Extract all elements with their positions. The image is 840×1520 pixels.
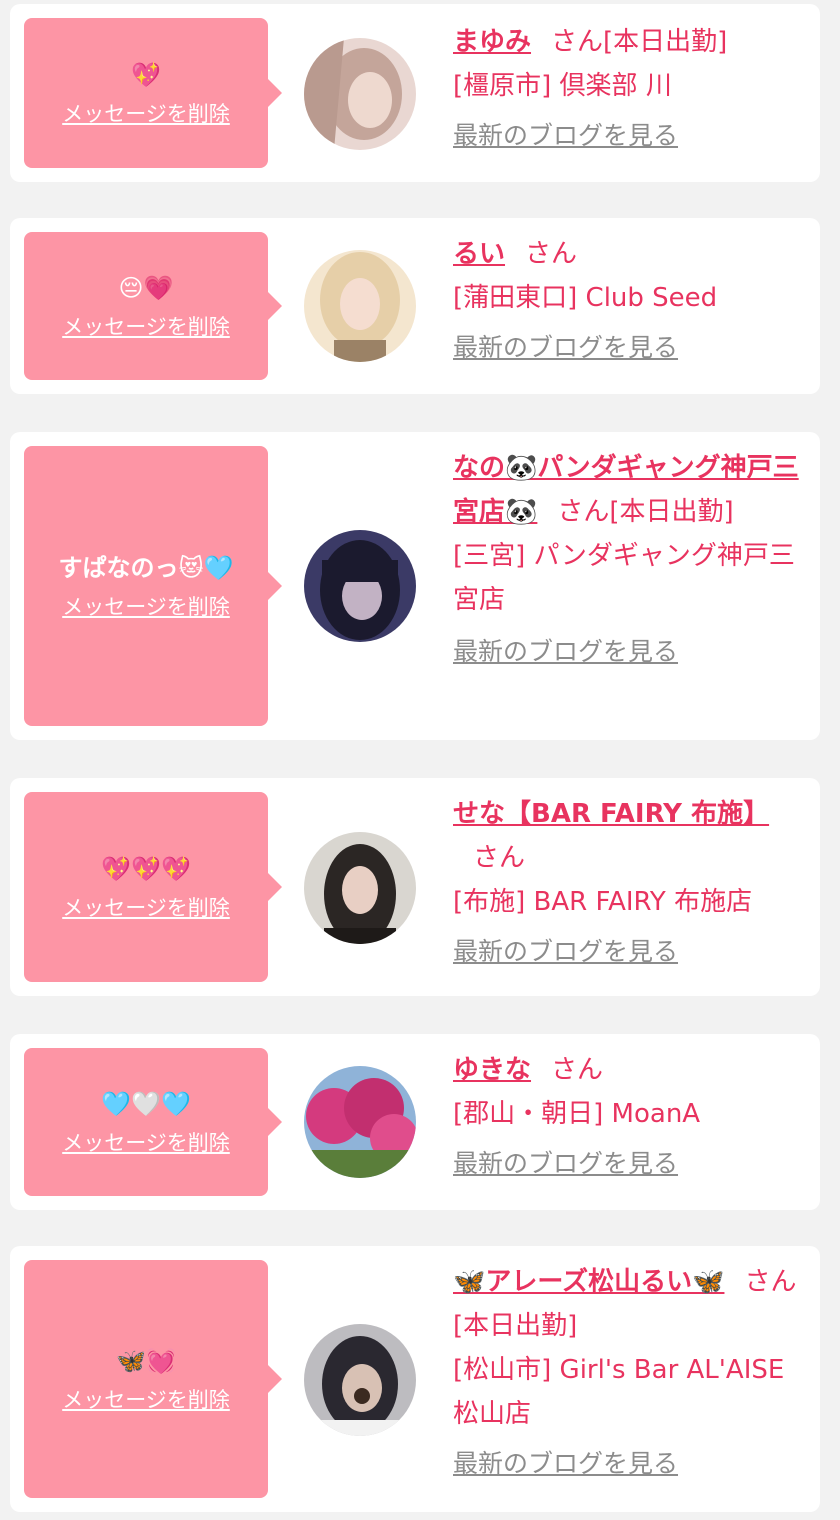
view-blog-link[interactable]: 最新のブログを見る (453, 934, 678, 970)
view-blog-link[interactable]: 最新のブログを見る (453, 118, 678, 154)
message-bubble: 🦋💓 メッセージを削除 (24, 1260, 282, 1498)
avatar[interactable] (304, 1324, 416, 1436)
message-text: すぱなのっ😻🩵 (58, 554, 234, 582)
delete-message-link[interactable]: メッセージを削除 (62, 1386, 230, 1414)
user-name-link[interactable]: ゆきな (453, 1055, 531, 1085)
list-item: 😔💗 メッセージを削除 るい さん [蒲田東口] Club Seed 最新のブログ… (10, 218, 820, 394)
message-bubble: 💖💖💖 メッセージを削除 (24, 792, 282, 982)
message-text: 🩵🤍🩵 (101, 1090, 191, 1118)
avatar[interactable] (304, 38, 416, 150)
list-item: すぱなのっ😻🩵 メッセージを削除 なの🐼パンダギャング神戸三宮店🐼 さん[本日出勤… (10, 432, 820, 740)
avatar[interactable] (304, 832, 416, 944)
avatar-image (304, 1066, 416, 1178)
list-item: 🦋💓 メッセージを削除 🦋アレーズ松山るい🦋 さん [本日出勤] [松山市] Gir… (10, 1246, 820, 1512)
user-name-link[interactable]: るい (453, 239, 505, 269)
status-label: [本日出勤] (603, 27, 728, 57)
honorific: さん (551, 1055, 604, 1085)
message-bubble: すぱなのっ😻🩵 メッセージを削除 (24, 446, 282, 726)
view-blog-link[interactable]: 最新のブログを見る (453, 330, 678, 366)
view-blog-link[interactable]: 最新のブログを見る (453, 634, 678, 670)
user-name-link[interactable]: 🦋アレーズ松山るい🦋 (453, 1267, 724, 1297)
message-bubble: 🩵🤍🩵 メッセージを削除 (24, 1048, 282, 1196)
honorific: さん (551, 27, 604, 57)
avatar[interactable] (304, 1066, 416, 1178)
message-bubble: 💖 メッセージを削除 (24, 18, 282, 168)
avatar-image (304, 530, 416, 642)
delete-message-link[interactable]: メッセージを削除 (62, 593, 230, 621)
message-bubble: 😔💗 メッセージを削除 (24, 232, 282, 380)
honorific: さん (473, 843, 526, 873)
message-text: 😔💗 (118, 274, 174, 302)
avatar[interactable] (304, 250, 416, 362)
honorific: さん (557, 497, 610, 527)
shop-label: [蒲田東口] Club Seed (453, 283, 718, 313)
avatar-image (304, 38, 416, 150)
avatar[interactable] (304, 530, 416, 642)
view-blog-link[interactable]: 最新のブログを見る (453, 1146, 678, 1182)
honorific: さん (525, 239, 578, 269)
shop-label: [郡山・朝日] MoanA (453, 1099, 701, 1129)
view-blog-link[interactable]: 最新のブログを見る (453, 1446, 678, 1482)
honorific: さん (744, 1267, 797, 1297)
shop-label: [三宮] パンダギャング神戸三宮店 (453, 541, 795, 615)
message-text: 💖 (131, 61, 161, 89)
user-name-link[interactable]: せな【BAR FAIRY 布施】 (453, 799, 769, 829)
message-list: 💖 メッセージを削除 まゆみ さん[本日出勤] [橿原市] 倶楽部 川 最新のブロ… (0, 0, 840, 1520)
delete-message-link[interactable]: メッセージを削除 (62, 894, 230, 922)
message-text: 💖💖💖 (101, 855, 191, 883)
list-item: 💖💖💖 メッセージを削除 せな【BAR FAIRY 布施】さん [布施] BAR… (10, 778, 820, 996)
status-label: [本日出勤] (453, 1311, 578, 1341)
list-item: 🩵🤍🩵 メッセージを削除 ゆきな さん [郡山・朝日] MoanA 最新のブログを… (10, 1034, 820, 1210)
delete-message-link[interactable]: メッセージを削除 (62, 1129, 230, 1157)
avatar-image (304, 250, 416, 362)
delete-message-link[interactable]: メッセージを削除 (62, 313, 230, 341)
avatar-image (304, 1324, 416, 1436)
shop-label: [橿原市] 倶楽部 川 (453, 71, 672, 101)
avatar-image (304, 832, 416, 944)
status-label: [本日出勤] (609, 497, 734, 527)
shop-label: [布施] BAR FAIRY 布施店 (453, 887, 753, 917)
user-name-link[interactable]: まゆみ (453, 27, 531, 57)
list-item: 💖 メッセージを削除 まゆみ さん[本日出勤] [橿原市] 倶楽部 川 最新のブロ… (10, 4, 820, 182)
delete-message-link[interactable]: メッセージを削除 (62, 100, 230, 128)
message-text: 🦋💓 (116, 1347, 176, 1375)
shop-label: [松山市] Girl's Bar AL'AISE 松山店 (453, 1355, 785, 1429)
